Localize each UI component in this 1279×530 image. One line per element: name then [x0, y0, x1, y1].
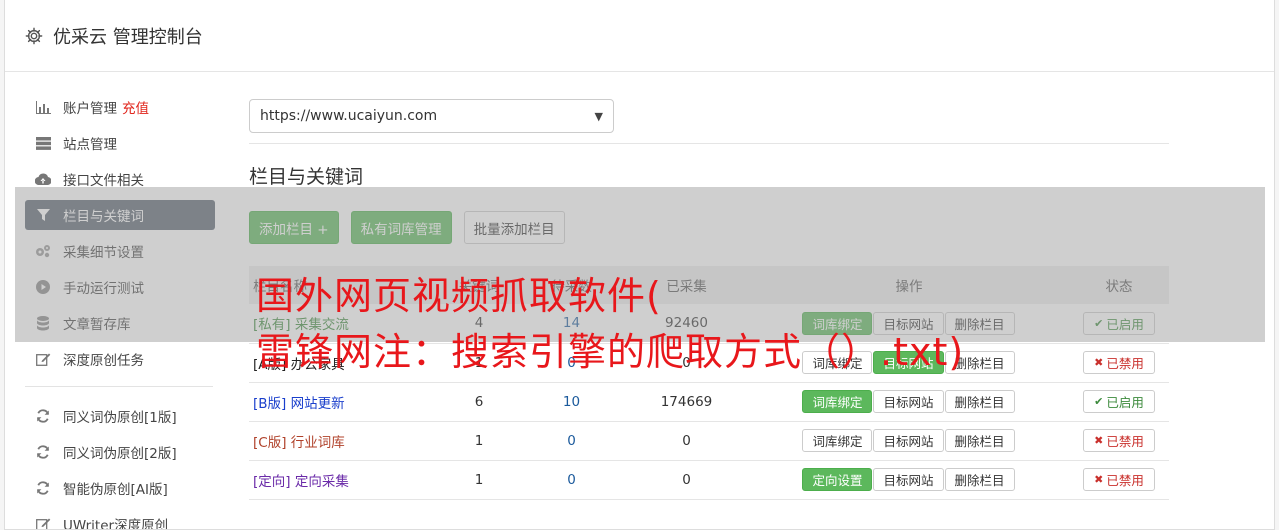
status-label: 已禁用 — [1106, 434, 1144, 449]
row-actions: 定向设置 目标网站 删除栏目 — [749, 460, 1069, 499]
column-name-cell: [定向] 定向采集 — [249, 460, 439, 499]
sidebar-item-uwriter[interactable]: UWriter深度原创 — [25, 509, 215, 530]
edit-icon — [35, 516, 51, 529]
column-name-link[interactable]: 行业词库 — [291, 435, 345, 451]
collected-count: 0 — [682, 471, 691, 488]
keyword-count: 6 — [474, 393, 484, 410]
table-row: [定向] 定向采集 1 0 0 定向设置 目标网站 删除栏目 ✖ 已禁用 — [249, 460, 1169, 499]
section-title: 栏目与关键词 — [249, 166, 364, 188]
keyword-count: 1 — [474, 471, 484, 488]
page-title: 优采云 管理控制台 — [53, 26, 203, 48]
pending-count[interactable]: 0 — [519, 460, 624, 499]
pending-count[interactable]: 10 — [519, 382, 624, 421]
close-icon: ✖ — [1094, 434, 1104, 447]
row-actions: 词库绑定目标网站删除栏目 — [749, 382, 1069, 421]
column-name-cell: [B版] 网站更新 — [249, 382, 439, 421]
sidebar-item-label: 接口文件相关 — [63, 173, 144, 189]
sidebar-item-ai-rewrite[interactable]: 智能伪原创[AI版] — [25, 473, 215, 503]
status-cell: ✖ 已禁用 — [1069, 460, 1169, 499]
close-icon: ✖ — [1094, 356, 1104, 369]
server-icon — [35, 135, 51, 151]
check-icon: ✔ — [1094, 395, 1104, 408]
divider — [249, 143, 1169, 144]
watermark-line-2: 雷锋网注：搜索引擎的爬取方式（）.txt) — [256, 330, 965, 374]
sidebar-item-sites[interactable]: 站点管理 — [25, 128, 215, 158]
keyword-count: 1 — [474, 432, 484, 449]
recharge-link[interactable]: 充值 — [122, 97, 149, 117]
row-actions: 词库绑定目标网站删除栏目 — [749, 421, 1069, 460]
sidebar-item-label: 站点管理 — [63, 137, 117, 153]
sidebar-divider — [25, 386, 213, 387]
sidebar-item-label: 同义词伪原创[1版] — [63, 410, 177, 426]
collected-count: 174669 — [660, 393, 713, 410]
column-tag: [C版] — [253, 434, 287, 451]
site-select[interactable]: https://www.ucaiyun.com ▼ — [249, 99, 614, 133]
watermark-line-1: 国外网页视频抓取软件( — [256, 274, 662, 318]
status-cell: ✖ 已禁用 — [1069, 421, 1169, 460]
column-tag: [定向] — [253, 473, 291, 490]
target-site-button[interactable]: 目标网站 — [873, 468, 944, 491]
sidebar-item-account[interactable]: 账户管理 充值 — [25, 92, 215, 122]
target-site-button[interactable]: 目标网站 — [873, 429, 944, 452]
status-toggle[interactable]: ✖ 已禁用 — [1083, 468, 1155, 491]
status-cell: ✖ 已禁用 — [1069, 343, 1169, 382]
gear-icon — [25, 27, 43, 44]
refresh-icon — [35, 408, 51, 424]
sidebar-item-label: 账户管理 — [63, 101, 117, 117]
close-icon: ✖ — [1094, 473, 1104, 486]
column-name-cell: [C版] 行业词库 — [249, 421, 439, 460]
sidebar-item-synonym-v1[interactable]: 同义词伪原创[1版] — [25, 401, 215, 431]
status-label: 已禁用 — [1106, 473, 1144, 488]
header: 优采云 管理控制台 — [5, 0, 1274, 72]
status-toggle[interactable]: ✖ 已禁用 — [1083, 429, 1155, 452]
cloud-upload-icon — [35, 171, 51, 187]
sidebar-item-deep-original[interactable]: 深度原创任务 — [25, 344, 215, 374]
sidebar-item-label: 同义词伪原创[2版] — [63, 446, 177, 462]
collected-count: 0 — [682, 432, 691, 449]
sidebar-item-label: UWriter深度原创 — [63, 518, 169, 530]
delete-column-button[interactable]: 删除栏目 — [944, 390, 1015, 413]
status-toggle[interactable]: ✖ 已禁用 — [1083, 351, 1155, 374]
table-row: [B版] 网站更新 6 10 174669 词库绑定 目标网站 删除栏目 ✔ 已启用 — [249, 382, 1169, 421]
delete-column-button[interactable]: 删除栏目 — [944, 468, 1015, 491]
edit-icon — [35, 351, 51, 367]
column-name-link[interactable]: 定向采集 — [295, 474, 349, 490]
bind-lib-button[interactable]: 词库绑定 — [802, 390, 873, 413]
status-label: 已禁用 — [1106, 356, 1144, 371]
sidebar-item-label: 智能伪原创[AI版] — [63, 482, 168, 498]
pending-count[interactable]: 0 — [519, 421, 624, 460]
refresh-icon — [35, 444, 51, 460]
refresh-icon — [35, 480, 51, 496]
status-cell: ✔已启用 — [1069, 382, 1169, 421]
delete-column-button[interactable]: 删除栏目 — [944, 429, 1015, 452]
sidebar-item-synonym-v2[interactable]: 同义词伪原创[2版] — [25, 437, 215, 467]
column-name-link[interactable]: 网站更新 — [291, 396, 345, 412]
status-toggle[interactable]: ✔已启用 — [1083, 390, 1155, 413]
bind-lib-button[interactable]: 定向设置 — [802, 468, 873, 491]
status-label: 已启用 — [1106, 395, 1144, 410]
chevron-down-icon: ▼ — [594, 109, 603, 123]
sidebar-item-label: 深度原创任务 — [63, 353, 144, 369]
column-tag: [B版] — [253, 395, 287, 412]
table-row: [C版] 行业词库 1 0 0 词库绑定 目标网站 删除栏目 ✖ 已禁用 — [249, 421, 1169, 460]
bar-chart-icon — [35, 99, 51, 115]
target-site-button[interactable]: 目标网站 — [873, 390, 944, 413]
bind-lib-button[interactable]: 词库绑定 — [802, 429, 873, 452]
site-select-value: https://www.ucaiyun.com — [260, 108, 438, 124]
